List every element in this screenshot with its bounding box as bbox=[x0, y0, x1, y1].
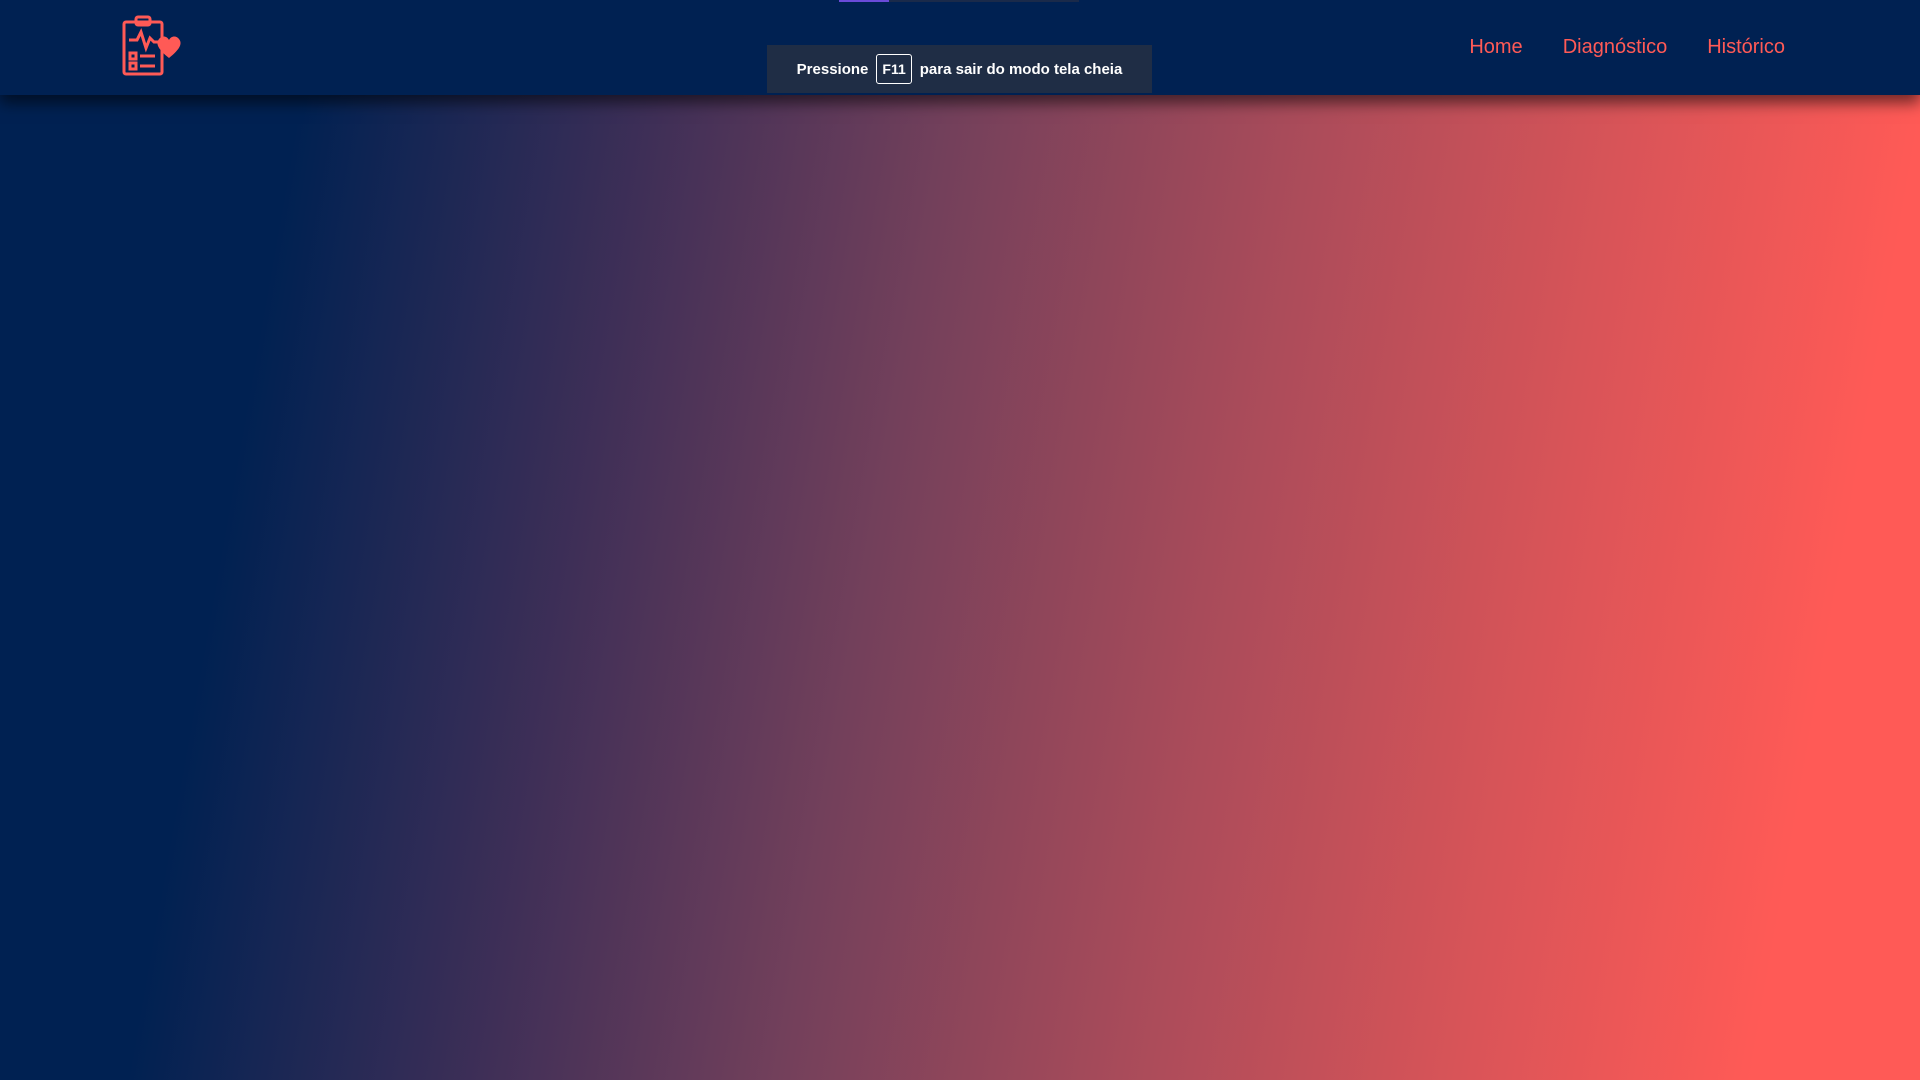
fullscreen-notice-prefix: Pressione bbox=[796, 60, 869, 78]
nav-link-historico[interactable]: Histórico bbox=[1707, 36, 1785, 59]
main-nav: Home Diagnóstico Histórico bbox=[1469, 0, 1785, 95]
fullscreen-indicator-accent bbox=[839, 0, 889, 2]
fullscreen-notice: Pressione F11 para sair do modo tela che… bbox=[767, 45, 1152, 93]
fullscreen-indicator-bar bbox=[839, 0, 1079, 2]
clipboard-heart-icon[interactable] bbox=[121, 14, 187, 78]
f11-key-badge: F11 bbox=[876, 54, 912, 84]
nav-link-diagnostico[interactable]: Diagnóstico bbox=[1563, 36, 1668, 59]
nav-link-home[interactable]: Home bbox=[1469, 36, 1522, 59]
fullscreen-notice-suffix: para sair do modo tela cheia bbox=[919, 60, 1123, 78]
